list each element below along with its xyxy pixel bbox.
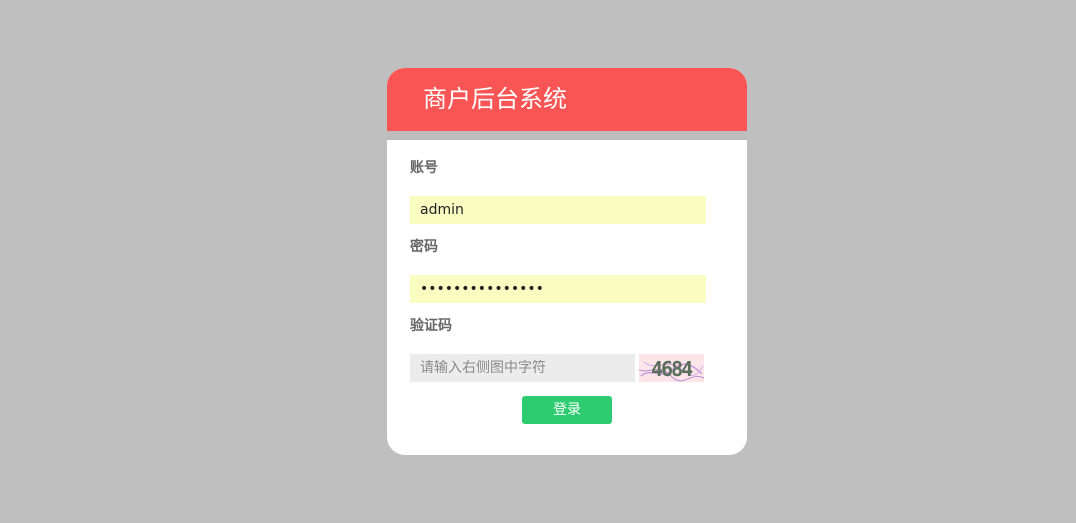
- captcha-graphic: 4684: [638, 354, 705, 382]
- captcha-text: 4684: [651, 357, 693, 381]
- password-input[interactable]: [410, 275, 706, 303]
- captcha-input[interactable]: [410, 354, 635, 382]
- captcha-image[interactable]: 4684: [638, 354, 705, 382]
- account-label: 账号: [410, 160, 438, 176]
- page-title: 商户后台系统: [423, 85, 567, 113]
- header-divider: [387, 131, 747, 140]
- password-label: 密码: [410, 239, 438, 255]
- account-input[interactable]: [410, 196, 706, 224]
- captcha-label: 验证码: [410, 318, 452, 334]
- login-card: 商户后台系统 账号 密码 验证码 4684 登录: [387, 68, 747, 455]
- card-header: 商户后台系统: [387, 68, 747, 131]
- login-button[interactable]: 登录: [522, 396, 612, 424]
